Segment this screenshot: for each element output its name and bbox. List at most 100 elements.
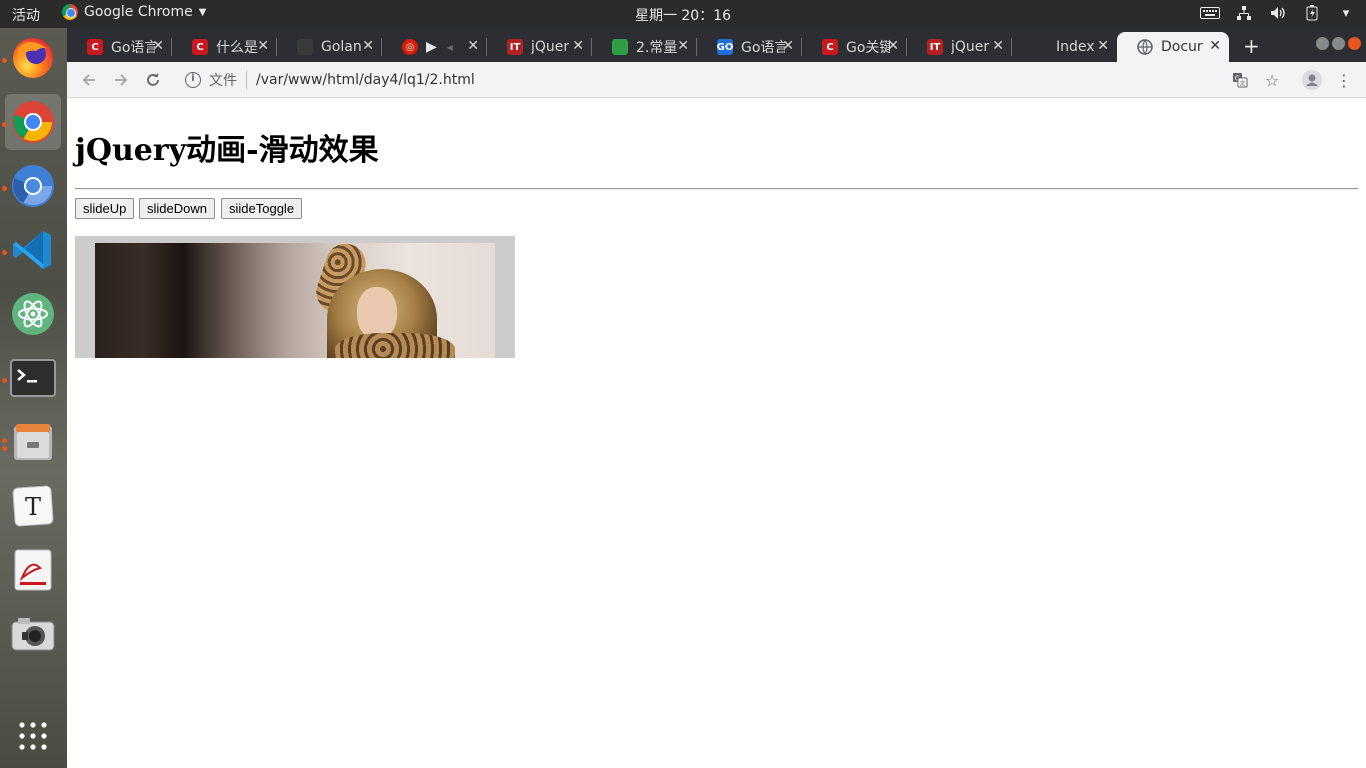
new-tab-plus-icon[interactable]: + <box>1243 34 1260 58</box>
app-menu-label: Google Chrome <box>84 4 193 20</box>
vscode-launcher[interactable] <box>2 222 61 278</box>
browser-tab[interactable]: Index ✕ <box>1012 32 1117 62</box>
chromium-icon <box>12 165 54 207</box>
svg-text:T: T <box>25 493 41 521</box>
volume-icon[interactable] <box>1268 4 1288 22</box>
browser-tab[interactable]: C Go语言 ✕ <box>67 32 172 62</box>
running-indicator <box>2 186 7 191</box>
browser-tab[interactable]: C Go关键 ✕ <box>802 32 907 62</box>
tab-close-icon[interactable]: ✕ <box>467 38 479 54</box>
minimize-window-button[interactable] <box>1316 37 1329 50</box>
address-bar[interactable]: i 文件 /var/www/html/day4/lq1/2.html <box>175 65 1255 95</box>
tab-close-icon[interactable]: ✕ <box>362 38 374 54</box>
typora-launcher[interactable]: T <box>5 478 61 534</box>
tab-title: Golan <box>321 39 362 55</box>
tab-favicon-icon: IT <box>507 39 523 55</box>
slidetoggle-button[interactable]: siideToggle <box>221 198 303 219</box>
camera-launcher[interactable] <box>5 606 61 662</box>
gnome-top-bar: 活动 Google Chrome ▼ 星期一 20：16 ▾ <box>0 0 1366 28</box>
browser-tab[interactable]: 2.常量 ✕ <box>592 32 697 62</box>
network-icon[interactable] <box>1234 4 1254 22</box>
tab-title: Go语言 <box>741 40 785 56</box>
tab-close-icon[interactable]: ✕ <box>152 38 164 54</box>
system-tray[interactable]: ▾ <box>1200 4 1356 22</box>
running-indicator <box>2 58 7 63</box>
firefox-launcher[interactable] <box>2 30 61 86</box>
chrome-app-icon <box>62 4 78 20</box>
tab-audio-playing-icon: ▶ <box>426 39 437 55</box>
browser-tab[interactable]: Docur ✕ <box>1117 32 1229 62</box>
running-indicator <box>2 122 7 127</box>
chromium-launcher[interactable] <box>2 158 61 214</box>
tab-close-icon[interactable]: ✕ <box>1097 38 1109 54</box>
keyboard-icon[interactable] <box>1200 4 1220 22</box>
browser-toolbar: i 文件 /var/www/html/day4/lq1/2.html G文 ☆ … <box>67 62 1366 98</box>
tab-favicon-icon: C <box>87 39 103 55</box>
show-apps-button[interactable] <box>5 708 61 764</box>
running-indicator <box>2 446 7 451</box>
browser-tab[interactable]: IT jQuer ✕ <box>907 32 1012 62</box>
tab-close-icon[interactable]: ✕ <box>1209 38 1221 54</box>
running-indicator <box>2 250 7 255</box>
horizontal-rule <box>75 188 1358 190</box>
url-text[interactable]: /var/www/html/day4/lq1/2.html <box>256 72 475 88</box>
activities-button[interactable]: 活动 <box>12 5 40 25</box>
profile-avatar-icon[interactable] <box>1301 69 1323 91</box>
browser-tab[interactable]: IT jQuer ✕ <box>487 32 592 62</box>
tab-favicon-icon: IT <box>927 39 943 55</box>
page-heading: jQuery动画-滑动效果 <box>75 133 379 168</box>
tab-title: 什么是 <box>216 40 258 56</box>
terminal-icon <box>10 359 56 397</box>
tab-favicon-icon: C <box>192 39 208 55</box>
browser-tab[interactable]: Golan ✕ <box>277 32 382 62</box>
slideup-button[interactable]: slideUp <box>75 198 135 219</box>
forward-arrow-icon[interactable] <box>109 68 133 92</box>
tab-close-icon[interactable]: ✕ <box>572 38 584 54</box>
system-menu-caret-icon[interactable]: ▾ <box>1336 4 1356 22</box>
browser-tab[interactable]: GO Go语言 ✕ <box>697 32 802 62</box>
web-page: jQuery动画-滑动效果 slideUp slideDown siideTog… <box>67 99 1366 768</box>
battery-icon[interactable] <box>1302 4 1322 22</box>
firefox-icon <box>13 38 53 78</box>
pdf-reader-icon <box>14 549 52 591</box>
browser-tab[interactable]: ◎ ▶ ◂ ✕ <box>382 32 487 62</box>
typora-icon: T <box>12 485 54 527</box>
atom-launcher[interactable] <box>5 286 61 342</box>
tab-title: 2.常量 <box>636 40 678 56</box>
maximize-window-button[interactable] <box>1332 37 1345 50</box>
tab-favicon-icon <box>612 39 628 55</box>
chrome-launcher[interactable] <box>2 94 61 150</box>
tab-close-icon[interactable]: ✕ <box>677 38 689 54</box>
tab-title: jQuer <box>951 39 990 55</box>
tab-title: Docur <box>1161 39 1203 55</box>
site-info-icon[interactable]: i <box>185 72 201 88</box>
browser-tab[interactable]: C 什么是 ✕ <box>172 32 277 62</box>
tab-favicon-icon <box>297 39 313 55</box>
tab-close-icon[interactable]: ✕ <box>257 38 269 54</box>
security-label: 文件 <box>209 73 237 89</box>
slidedown-button[interactable]: slideDown <box>139 198 215 219</box>
chrome-icon <box>12 101 54 143</box>
translate-icon[interactable]: G文 <box>1229 69 1251 91</box>
tab-favicon-icon: ◎ <box>402 39 418 55</box>
bookmark-star-icon[interactable]: ☆ <box>1261 69 1283 91</box>
tab-speaker-icon[interactable]: ◂ <box>447 40 453 54</box>
app-menu[interactable]: Google Chrome ▼ <box>62 4 206 20</box>
tab-close-icon[interactable]: ✕ <box>782 38 794 54</box>
tab-favicon-icon <box>1032 39 1048 55</box>
photo-image <box>95 243 495 358</box>
files-launcher[interactable] <box>2 414 61 470</box>
terminal-launcher[interactable] <box>2 350 61 406</box>
tab-close-icon[interactable]: ✕ <box>992 38 1004 54</box>
running-indicator <box>2 378 7 383</box>
slide-container <box>75 236 515 358</box>
close-window-button[interactable] <box>1348 37 1361 50</box>
caret-down-icon: ▼ <box>198 6 207 18</box>
tab-title: jQuer <box>531 39 570 55</box>
pdf-reader-launcher[interactable] <box>5 542 61 598</box>
tab-favicon-icon: GO <box>717 39 733 55</box>
back-arrow-icon[interactable] <box>77 68 101 92</box>
reload-icon[interactable] <box>141 68 165 92</box>
tab-close-icon[interactable]: ✕ <box>887 38 899 54</box>
menu-kebab-icon[interactable]: ⋮ <box>1333 69 1355 91</box>
